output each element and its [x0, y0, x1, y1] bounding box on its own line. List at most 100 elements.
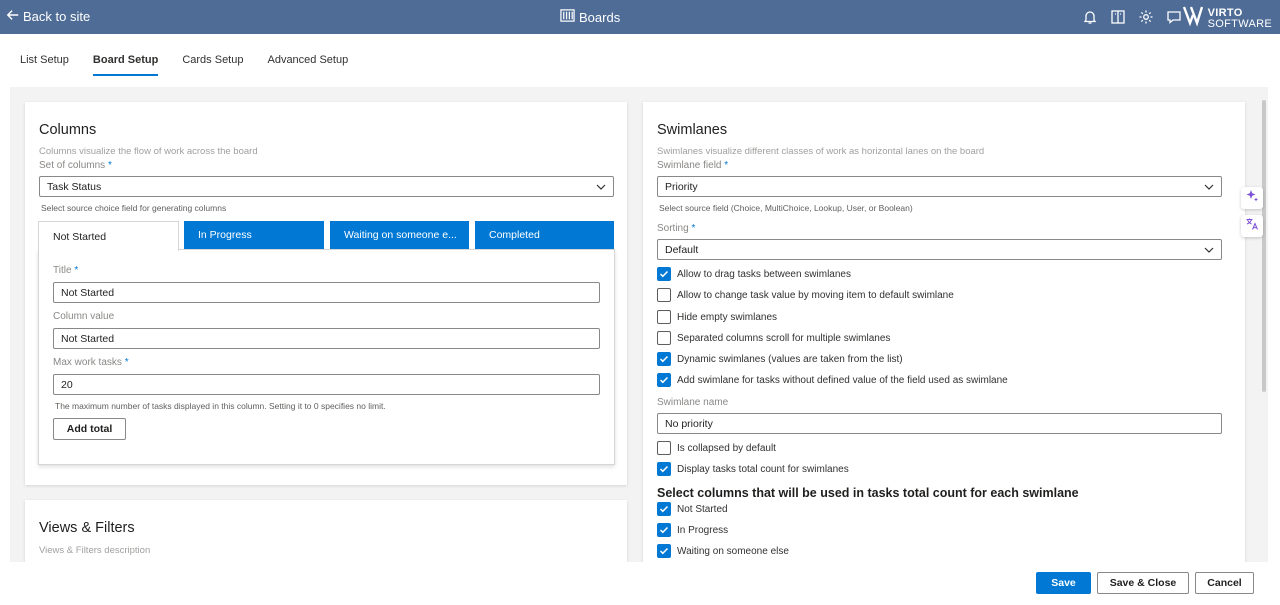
sorting-select[interactable]: Default: [657, 239, 1222, 260]
chevron-down-icon: [595, 181, 607, 193]
checkbox-label: Waiting on someone else: [677, 545, 789, 557]
bell-icon[interactable]: [1081, 8, 1098, 25]
checkbox-count-in-progress[interactable]: In Progress: [657, 523, 728, 537]
translate-button[interactable]: [1241, 215, 1263, 237]
cancel-button[interactable]: Cancel: [1195, 572, 1254, 594]
swimlane-field-select[interactable]: Priority: [657, 176, 1222, 197]
checkbox-add-undefined-swimlane[interactable]: Add swimlane for tasks without defined v…: [657, 373, 1008, 387]
logo-line2: SOFTWARE: [1207, 17, 1272, 30]
checkbox-count-not-started[interactable]: Not Started: [657, 502, 728, 516]
column-tab-completed[interactable]: Completed: [475, 221, 614, 249]
tab-cards-setup[interactable]: Cards Setup: [182, 54, 243, 76]
checkbox-unchecked-icon: [657, 441, 671, 455]
swimlane-field-value: Priority: [665, 180, 698, 193]
checkbox-label: Dynamic swimlanes (values are taken from…: [677, 353, 903, 365]
checkbox-label: Hide empty swimlanes: [677, 311, 778, 323]
views-filters-description: Views & Filters description: [39, 545, 151, 556]
virto-logo: VIRTO SOFTWARE: [1182, 4, 1272, 33]
back-to-site-link[interactable]: Back to site: [6, 8, 90, 25]
app-title-text: Boards: [579, 9, 621, 25]
chevron-down-icon: [1203, 244, 1215, 256]
column-value-label: Column value: [53, 311, 115, 322]
checkbox-unchecked-icon: [657, 288, 671, 302]
checkbox-dynamic-swimlanes[interactable]: Dynamic swimlanes (values are taken from…: [657, 352, 903, 366]
tab-list-setup[interactable]: List Setup: [20, 54, 69, 76]
checkbox-label: Is collapsed by default: [677, 442, 776, 454]
ai-assistant-button[interactable]: [1241, 187, 1263, 209]
swimlanes-description: Swimlanes visualize different classes of…: [657, 146, 985, 157]
virto-logo-icon: [1182, 4, 1204, 33]
footer-bar: Save Save & Close Cancel: [0, 562, 1280, 605]
sparkle-icon: [1245, 189, 1259, 208]
max-work-tasks-input[interactable]: 20: [53, 374, 600, 395]
book-icon[interactable]: [1109, 8, 1126, 25]
checkbox-checked-icon: [657, 502, 671, 516]
boards-icon: [560, 8, 575, 26]
column-value-input[interactable]: Not Started: [53, 328, 600, 349]
translate-icon: [1245, 217, 1259, 236]
swimlane-field-label: Swimlane field *: [657, 160, 729, 171]
views-filters-title: Views & Filters: [39, 520, 135, 536]
checkbox-hide-empty[interactable]: Hide empty swimlanes: [657, 310, 777, 324]
columns-description: Columns visualize the flow of work acros…: [39, 146, 258, 157]
logo-line1: VIRTO: [1207, 6, 1243, 19]
columns-title: Columns: [39, 122, 97, 138]
swimlane-name-label: Swimlane name: [657, 397, 729, 408]
setup-tabs: List Setup Board Setup Cards Setup Advan…: [20, 54, 372, 76]
save-button[interactable]: Save: [1036, 572, 1091, 594]
max-work-tasks-label: Max work tasks *: [53, 357, 129, 368]
sorting-label: Sorting *: [657, 223, 696, 234]
checkbox-label: Not Started: [677, 503, 728, 515]
checkbox-label: Add swimlane for tasks without defined v…: [677, 374, 1008, 386]
checkbox-label: Separated columns scroll for multiple sw…: [677, 332, 891, 344]
checkbox-count-waiting[interactable]: Waiting on someone else: [657, 544, 789, 558]
column-tab-waiting[interactable]: Waiting on someone e...: [330, 221, 469, 249]
checkbox-label: Display tasks total count for swimlanes: [677, 463, 849, 475]
back-label: Back to site: [23, 9, 91, 24]
swimlanes-title: Swimlanes: [657, 122, 728, 138]
checkbox-unchecked-icon: [657, 310, 671, 324]
title-input[interactable]: Not Started: [53, 282, 600, 303]
max-work-tasks-hint: The maximum number of tasks displayed in…: [55, 401, 386, 411]
set-of-columns-hint: Select source choice field for generatin…: [41, 203, 227, 213]
views-filters-card: Views & Filters Views & Filters descript…: [25, 500, 627, 562]
checkbox-allow-drag[interactable]: Allow to drag tasks between swimlanes: [657, 267, 851, 281]
checkbox-separated-scroll[interactable]: Separated columns scroll for multiple sw…: [657, 331, 890, 345]
arrow-left-icon: [6, 8, 20, 25]
set-of-columns-value: Task Status: [47, 180, 102, 193]
column-tab-not-started[interactable]: Not Started: [38, 221, 179, 251]
checkbox-label: Allow to change task value by moving ite…: [677, 289, 954, 301]
chevron-down-icon: [1203, 181, 1215, 193]
content-area: Columns Columns visualize the flow of wo…: [10, 87, 1268, 562]
swimlane-name-input[interactable]: No priority: [657, 413, 1222, 434]
title-label: Title *: [53, 265, 79, 276]
swimlanes-card: Swimlanes Swimlanes visualize different …: [643, 102, 1245, 562]
tab-advanced-setup[interactable]: Advanced Setup: [267, 54, 348, 76]
checkbox-label: In Progress: [677, 524, 729, 536]
checkbox-checked-icon: [657, 352, 671, 366]
checkbox-checked-icon: [657, 373, 671, 387]
set-of-columns-label: Set of columns *: [39, 160, 112, 171]
column-tab-in-progress[interactable]: In Progress: [184, 221, 324, 249]
page-scrollbar[interactable]: [1262, 100, 1266, 392]
tab-board-setup[interactable]: Board Setup: [92, 54, 159, 76]
checkbox-checked-icon: [657, 523, 671, 537]
add-total-button[interactable]: Add total: [53, 418, 126, 440]
checkbox-unchecked-icon: [657, 331, 671, 345]
set-of-columns-select[interactable]: Task Status: [39, 176, 614, 197]
checkbox-collapsed-default[interactable]: Is collapsed by default: [657, 441, 776, 455]
gear-icon[interactable]: [1137, 8, 1154, 25]
top-bar: Back to site Boards VIRTO SOFTWARE: [0, 0, 1280, 34]
swimlane-field-hint: Select source field (Choice, MultiChoice…: [659, 203, 913, 213]
sorting-value: Default: [665, 243, 699, 256]
checkbox-checked-icon: [657, 462, 671, 476]
checkbox-display-total-count[interactable]: Display tasks total count for swimlanes: [657, 462, 849, 476]
checkbox-label: Allow to drag tasks between swimlanes: [677, 268, 851, 280]
columns-card: Columns Columns visualize the flow of wo…: [25, 102, 627, 485]
checkbox-checked-icon: [657, 267, 671, 281]
checkbox-checked-icon: [657, 544, 671, 558]
save-close-button[interactable]: Save & Close: [1097, 572, 1189, 594]
chat-icon[interactable]: [1165, 8, 1182, 25]
checkbox-allow-change-value[interactable]: Allow to change task value by moving ite…: [657, 288, 954, 302]
count-columns-heading: Select columns that will be used in task…: [657, 486, 1079, 500]
